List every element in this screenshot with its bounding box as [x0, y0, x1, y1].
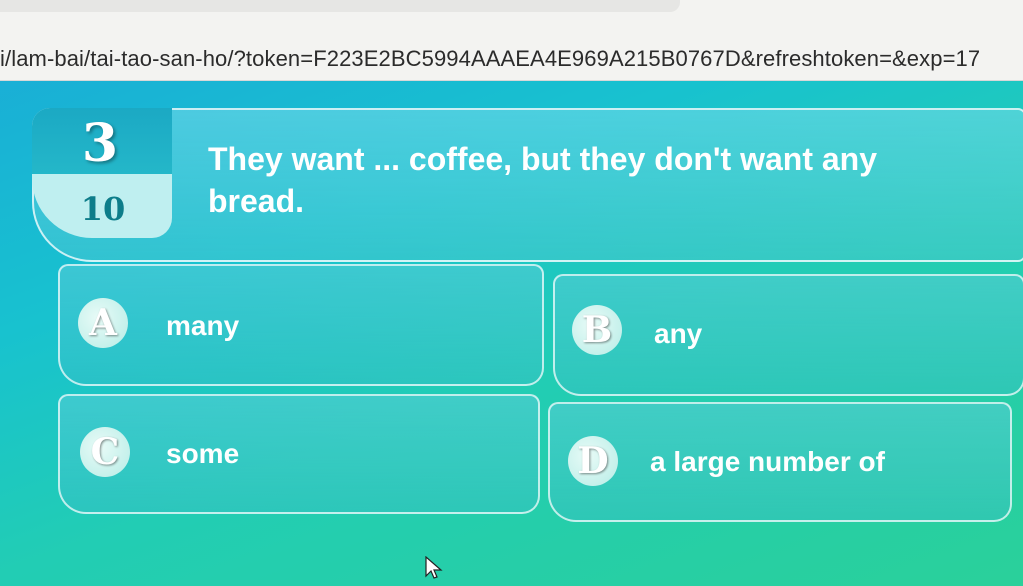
question-number: 3: [81, 113, 119, 174]
mouse-pointer-icon: [425, 556, 443, 579]
question-text: They want ... coffee, but they don't wan…: [208, 141, 877, 219]
option-c[interactable]: [58, 394, 540, 514]
option-c-text: some: [166, 438, 240, 469]
option-a[interactable]: [58, 264, 544, 386]
option-a-text: many: [166, 310, 240, 341]
url-text[interactable]: i/lam-bai/tai-tao-san-ho/?token=F223E2BC…: [0, 46, 980, 72]
option-a-letter: A: [78, 298, 128, 348]
option-b[interactable]: [553, 274, 1023, 396]
option-b-letter: B: [572, 305, 622, 355]
option-c-letter: C: [80, 427, 130, 477]
browser-address-bar[interactable]: i/lam-bai/tai-tao-san-ho/?token=F223E2BC…: [0, 0, 1023, 81]
option-d-text: a large number of: [650, 446, 885, 477]
browser-tab-strip: [0, 0, 680, 12]
question-total: 10: [80, 190, 126, 228]
option-d-letter: D: [568, 436, 618, 486]
option-b-text: any: [654, 318, 703, 349]
